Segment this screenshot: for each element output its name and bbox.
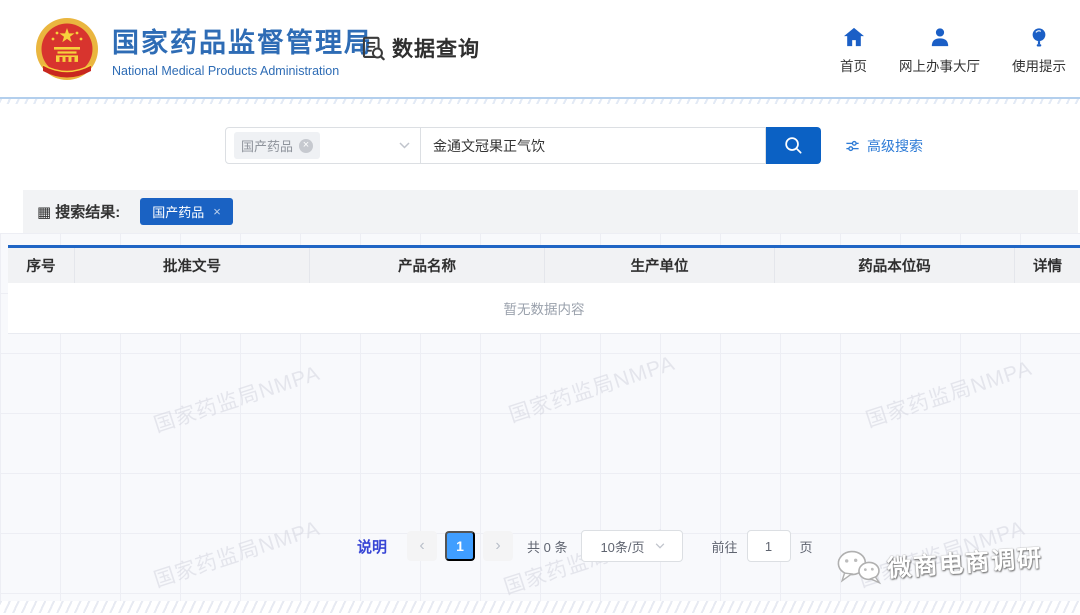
header-divider (0, 97, 1080, 104)
column-header-product-name: 产品名称 (310, 248, 545, 283)
agency-name-en: National Medical Products Administration (112, 64, 373, 78)
filter-sliders-icon (845, 139, 860, 153)
empty-state-message: 暂无数据内容 (8, 283, 1080, 334)
search-results-label: 搜索结果: (55, 201, 120, 222)
column-header-drug-code: 药品本位码 (775, 248, 1015, 283)
note-link[interactable]: 说明 (357, 536, 387, 557)
advanced-search-link[interactable]: 高级搜索 (845, 136, 923, 156)
next-page-button[interactable]: › (483, 531, 513, 561)
goto-page-unit: 页 (800, 537, 813, 556)
column-header-index: 序号 (8, 248, 75, 283)
search-input[interactable] (421, 127, 766, 164)
section-title: 数据查询 (360, 33, 480, 63)
agency-title-block: 国家药品监督管理局 National Medical Products Admi… (112, 21, 373, 78)
goto-page-label: 前往 (711, 537, 737, 556)
nav-home[interactable]: 首页 (840, 27, 867, 75)
advanced-search-label: 高级搜索 (867, 136, 923, 156)
nav-service-hall[interactable]: 网上办事大厅 (899, 27, 980, 75)
category-tag: 国产药品 × (234, 132, 320, 159)
category-tag-close-icon[interactable]: × (299, 139, 313, 153)
site-watermark: 国家药监局NMPA (505, 347, 679, 429)
goto-page-input[interactable] (747, 530, 791, 562)
overlay-brand-text: 微商电商调研 (886, 537, 1044, 583)
current-page-button[interactable]: 1 (445, 531, 475, 561)
footer-divider (0, 601, 1080, 613)
category-select[interactable]: 国产药品 × (225, 127, 421, 164)
national-emblem-logo (35, 17, 99, 81)
top-navigation: 首页 网上办事大厅 使用提示 (840, 27, 1066, 75)
user-icon (929, 27, 951, 47)
page-size-value: 10条/页 (600, 537, 644, 556)
column-header-manufacturer: 生产单位 (545, 248, 775, 283)
lightbulb-icon (1028, 27, 1050, 47)
filter-tag-close-icon[interactable]: × (213, 204, 221, 219)
agency-name-zh: 国家药品监督管理局 (112, 21, 373, 60)
chat-bubbles-icon (834, 546, 883, 589)
page-size-select[interactable]: 10条/页 (581, 530, 683, 562)
nav-home-label: 首页 (840, 55, 867, 75)
active-filter-tag-label: 国产药品 (152, 202, 204, 221)
category-tag-label: 国产药品 (241, 136, 293, 155)
section-title-label: 数据查询 (392, 33, 480, 63)
column-header-approval-number: 批准文号 (75, 248, 310, 283)
nav-usage-tips[interactable]: 使用提示 (1012, 27, 1066, 75)
active-filter-tag[interactable]: 国产药品 × (140, 198, 233, 225)
agency-brand: 国家药品监督管理局 National Medical Products Admi… (35, 17, 373, 81)
search-bar: 国产药品 × 高级搜索 (225, 127, 923, 164)
table-header-row: 序号 批准文号 产品名称 生产单位 药品本位码 详情 (8, 248, 1080, 283)
pagination: 说明 ‹ 1 › 共 0 条 10条/页 前往 页 (357, 530, 813, 562)
nmpa-data-query-page: 国家药监局NMPA 国家药监局NMPA 国家药监局NMPA 国家药监局NMPA … (0, 0, 1080, 615)
chevron-down-icon (655, 543, 665, 549)
home-icon (843, 27, 865, 47)
document-search-icon (360, 35, 387, 62)
search-button[interactable] (766, 127, 821, 164)
site-watermark: 国家药监局NMPA (150, 357, 324, 439)
nav-usage-tips-label: 使用提示 (1012, 55, 1066, 75)
magnifier-icon (783, 135, 804, 156)
results-table: 序号 批准文号 产品名称 生产单位 药品本位码 详情 暂无数据内容 (8, 245, 1080, 334)
column-header-details: 详情 (1015, 248, 1080, 283)
total-count-label: 共 0 条 (527, 537, 567, 556)
prev-page-button[interactable]: ‹ (407, 531, 437, 561)
site-watermark: 国家药监局NMPA (862, 352, 1036, 434)
site-watermark: 国家药监局NMPA (150, 512, 324, 594)
search-results-bar: ▦ 搜索结果: 国产药品 × (23, 190, 1078, 233)
grid-icon: ▦ (37, 203, 51, 221)
chevron-down-icon (399, 142, 410, 149)
header: 国家药品监督管理局 National Medical Products Admi… (0, 0, 1080, 97)
nav-service-hall-label: 网上办事大厅 (899, 55, 980, 75)
